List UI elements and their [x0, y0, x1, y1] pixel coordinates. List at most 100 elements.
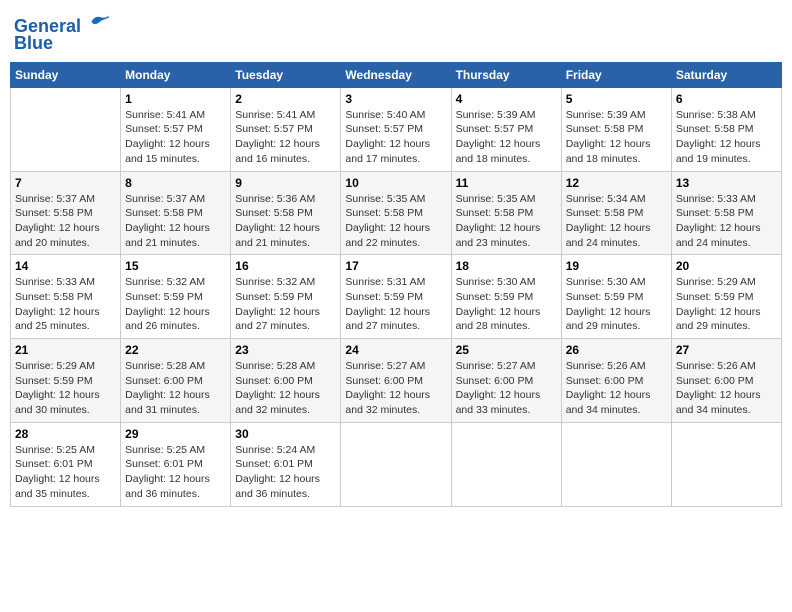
calendar-cell: 11Sunrise: 5:35 AM Sunset: 5:58 PM Dayli… — [451, 171, 561, 255]
day-info: Sunrise: 5:33 AM Sunset: 5:58 PM Dayligh… — [15, 275, 116, 334]
weekday-header-monday: Monday — [121, 62, 231, 87]
day-info: Sunrise: 5:24 AM Sunset: 6:01 PM Dayligh… — [235, 443, 336, 502]
day-number: 6 — [676, 92, 777, 106]
calendar-cell: 26Sunrise: 5:26 AM Sunset: 6:00 PM Dayli… — [561, 339, 671, 423]
calendar-cell: 9 Sunrise: 5:36 AM Sunset: 5:58 PM Daylig… — [231, 171, 341, 255]
day-info: Sunrise: 5:31 AM Sunset: 5:59 PM Dayligh… — [345, 275, 446, 334]
day-info: Sunrise: 5:26 AM Sunset: 6:00 PM Dayligh… — [676, 359, 777, 418]
page-header: General Blue — [10, 10, 782, 54]
day-number: 17 — [345, 259, 446, 273]
day-info: Sunrise: 5:36 AM Sunset: 5:58 PM Dayligh… — [235, 192, 336, 251]
day-info: Sunrise: 5:27 AM Sunset: 6:00 PM Dayligh… — [345, 359, 446, 418]
day-number: 28 — [15, 427, 116, 441]
day-info: Sunrise: 5:35 AM Sunset: 5:58 PM Dayligh… — [345, 192, 446, 251]
calendar-cell: 22 Sunrise: 5:28 AM Sunset: 6:00 PM Dayli… — [121, 339, 231, 423]
day-info: Sunrise: 5:33 AM Sunset: 5:58 PM Dayligh… — [676, 192, 777, 251]
calendar-cell: 19 Sunrise: 5:30 AM Sunset: 5:59 PM Dayli… — [561, 255, 671, 339]
week-row-2: 7 Sunrise: 5:37 AM Sunset: 5:58 PM Daylig… — [11, 171, 782, 255]
calendar-cell: 1 Sunrise: 5:41 AM Sunset: 5:57 PM Daylig… — [121, 87, 231, 171]
day-number: 21 — [15, 343, 116, 357]
day-info: Sunrise: 5:38 AM Sunset: 5:58 PM Dayligh… — [676, 108, 777, 167]
day-number: 16 — [235, 259, 336, 273]
calendar-cell: 18Sunrise: 5:30 AM Sunset: 5:59 PM Dayli… — [451, 255, 561, 339]
day-info: Sunrise: 5:40 AM Sunset: 5:57 PM Dayligh… — [345, 108, 446, 167]
day-info: Sunrise: 5:34 AM Sunset: 5:58 PM Dayligh… — [566, 192, 667, 251]
weekday-header-sunday: Sunday — [11, 62, 121, 87]
day-number: 15 — [125, 259, 226, 273]
calendar-cell — [11, 87, 121, 171]
calendar-cell — [341, 422, 451, 506]
calendar-cell: 25 Sunrise: 5:27 AM Sunset: 6:00 PM Dayli… — [451, 339, 561, 423]
day-info: Sunrise: 5:41 AM Sunset: 5:57 PM Dayligh… — [235, 108, 336, 167]
day-number: 20 — [676, 259, 777, 273]
week-row-4: 21 Sunrise: 5:29 AM Sunset: 5:59 PM Dayli… — [11, 339, 782, 423]
calendar-cell: 17 Sunrise: 5:31 AM Sunset: 5:59 PM Dayli… — [341, 255, 451, 339]
day-number: 24 — [345, 343, 446, 357]
weekday-header-saturday: Saturday — [671, 62, 781, 87]
day-number: 9 — [235, 176, 336, 190]
day-number: 26 — [566, 343, 667, 357]
day-number: 29 — [125, 427, 226, 441]
calendar-cell: 24 Sunrise: 5:27 AM Sunset: 6:00 PM Dayli… — [341, 339, 451, 423]
calendar-cell: 4 Sunrise: 5:39 AM Sunset: 5:57 PM Daylig… — [451, 87, 561, 171]
day-number: 3 — [345, 92, 446, 106]
day-number: 23 — [235, 343, 336, 357]
day-number: 12 — [566, 176, 667, 190]
calendar-cell: 2Sunrise: 5:41 AM Sunset: 5:57 PM Daylig… — [231, 87, 341, 171]
day-info: Sunrise: 5:27 AM Sunset: 6:00 PM Dayligh… — [456, 359, 557, 418]
day-info: Sunrise: 5:30 AM Sunset: 5:59 PM Dayligh… — [456, 275, 557, 334]
calendar-cell: 15 Sunrise: 5:32 AM Sunset: 5:59 PM Dayli… — [121, 255, 231, 339]
weekday-header-thursday: Thursday — [451, 62, 561, 87]
weekday-header-friday: Friday — [561, 62, 671, 87]
calendar-cell: 10Sunrise: 5:35 AM Sunset: 5:58 PM Dayli… — [341, 171, 451, 255]
day-number: 4 — [456, 92, 557, 106]
day-info: Sunrise: 5:32 AM Sunset: 5:59 PM Dayligh… — [235, 275, 336, 334]
day-info: Sunrise: 5:29 AM Sunset: 5:59 PM Dayligh… — [676, 275, 777, 334]
day-info: Sunrise: 5:37 AM Sunset: 5:58 PM Dayligh… — [15, 192, 116, 251]
day-number: 19 — [566, 259, 667, 273]
calendar-cell: 6 Sunrise: 5:38 AM Sunset: 5:58 PM Daylig… — [671, 87, 781, 171]
day-number: 25 — [456, 343, 557, 357]
day-info: Sunrise: 5:25 AM Sunset: 6:01 PM Dayligh… — [125, 443, 226, 502]
day-info: Sunrise: 5:37 AM Sunset: 5:58 PM Dayligh… — [125, 192, 226, 251]
day-info: Sunrise: 5:25 AM Sunset: 6:01 PM Dayligh… — [15, 443, 116, 502]
logo-bird-icon — [88, 10, 110, 32]
day-number: 1 — [125, 92, 226, 106]
day-number: 11 — [456, 176, 557, 190]
weekday-header-wednesday: Wednesday — [341, 62, 451, 87]
logo: General Blue — [14, 10, 110, 54]
day-info: Sunrise: 5:30 AM Sunset: 5:59 PM Dayligh… — [566, 275, 667, 334]
calendar-cell: 23 Sunrise: 5:28 AM Sunset: 6:00 PM Dayli… — [231, 339, 341, 423]
calendar-cell — [671, 422, 781, 506]
calendar-cell — [451, 422, 561, 506]
week-row-3: 14Sunrise: 5:33 AM Sunset: 5:58 PM Dayli… — [11, 255, 782, 339]
calendar-cell: 30 Sunrise: 5:24 AM Sunset: 6:01 PM Dayli… — [231, 422, 341, 506]
calendar-cell: 27 Sunrise: 5:26 AM Sunset: 6:00 PM Dayli… — [671, 339, 781, 423]
day-info: Sunrise: 5:28 AM Sunset: 6:00 PM Dayligh… — [125, 359, 226, 418]
day-number: 27 — [676, 343, 777, 357]
day-info: Sunrise: 5:41 AM Sunset: 5:57 PM Dayligh… — [125, 108, 226, 167]
day-info: Sunrise: 5:29 AM Sunset: 5:59 PM Dayligh… — [15, 359, 116, 418]
day-number: 22 — [125, 343, 226, 357]
day-number: 5 — [566, 92, 667, 106]
day-number: 7 — [15, 176, 116, 190]
weekday-header-row: SundayMondayTuesdayWednesdayThursdayFrid… — [11, 62, 782, 87]
week-row-1: 1 Sunrise: 5:41 AM Sunset: 5:57 PM Daylig… — [11, 87, 782, 171]
day-number: 30 — [235, 427, 336, 441]
calendar-cell: 3 Sunrise: 5:40 AM Sunset: 5:57 PM Daylig… — [341, 87, 451, 171]
week-row-5: 28 Sunrise: 5:25 AM Sunset: 6:01 PM Dayli… — [11, 422, 782, 506]
calendar-cell: 29 Sunrise: 5:25 AM Sunset: 6:01 PM Dayli… — [121, 422, 231, 506]
day-number: 8 — [125, 176, 226, 190]
calendar-cell: 8 Sunrise: 5:37 AM Sunset: 5:58 PM Daylig… — [121, 171, 231, 255]
day-info: Sunrise: 5:32 AM Sunset: 5:59 PM Dayligh… — [125, 275, 226, 334]
calendar-cell — [561, 422, 671, 506]
calendar-cell: 7 Sunrise: 5:37 AM Sunset: 5:58 PM Daylig… — [11, 171, 121, 255]
calendar-cell: 5Sunrise: 5:39 AM Sunset: 5:58 PM Daylig… — [561, 87, 671, 171]
calendar-cell: 21 Sunrise: 5:29 AM Sunset: 5:59 PM Dayli… — [11, 339, 121, 423]
calendar-cell: 12 Sunrise: 5:34 AM Sunset: 5:58 PM Dayli… — [561, 171, 671, 255]
calendar-cell: 16 Sunrise: 5:32 AM Sunset: 5:59 PM Dayli… — [231, 255, 341, 339]
calendar-cell: 28 Sunrise: 5:25 AM Sunset: 6:01 PM Dayli… — [11, 422, 121, 506]
day-info: Sunrise: 5:28 AM Sunset: 6:00 PM Dayligh… — [235, 359, 336, 418]
day-info: Sunrise: 5:39 AM Sunset: 5:57 PM Dayligh… — [456, 108, 557, 167]
weekday-header-tuesday: Tuesday — [231, 62, 341, 87]
